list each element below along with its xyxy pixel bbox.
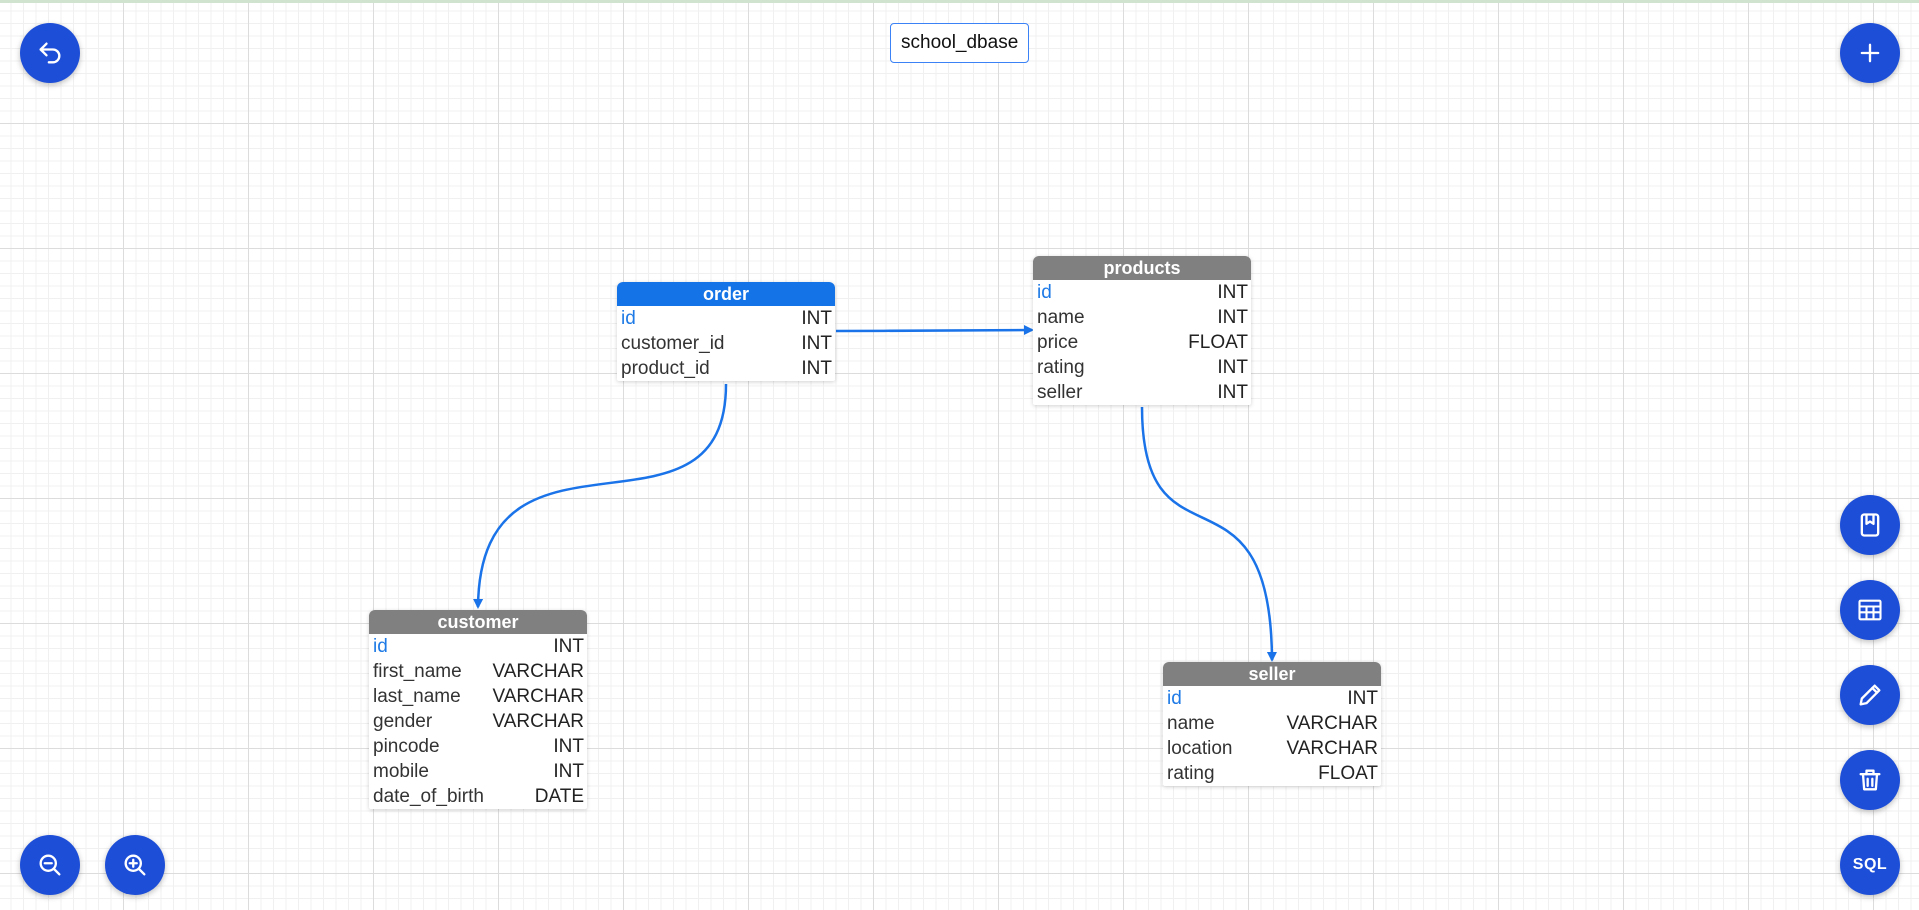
zoom-in-button[interactable] [105,835,165,895]
table-row[interactable]: rating INT [1033,355,1251,380]
column-type: INT [1217,281,1248,303]
column-name: name [1037,306,1085,328]
column-name: first_name [373,660,462,682]
column-type: INT [1347,687,1378,709]
delete-button[interactable] [1840,750,1900,810]
table-seller[interactable]: seller id INT name VARCHAR location VARC… [1163,662,1381,786]
column-name: id [621,307,636,329]
zoom-out-button[interactable] [20,835,80,895]
table-row[interactable]: product_id INT [617,356,835,381]
table-row[interactable]: date_of_birth DATE [369,784,587,809]
table-row[interactable]: rating FLOAT [1163,761,1381,786]
column-name: product_id [621,357,710,379]
table-row[interactable]: mobile INT [369,759,587,784]
column-type: INT [1217,381,1248,403]
table-row[interactable]: customer_id INT [617,331,835,356]
table-row[interactable]: id INT [1163,686,1381,711]
column-name: name [1167,712,1215,734]
table-row[interactable]: first_name VARCHAR [369,659,587,684]
column-type: VARCHAR [492,710,585,732]
top-strip [0,0,1919,3]
column-type: INT [553,635,584,657]
table-row[interactable]: gender VARCHAR [369,709,587,734]
column-type: DATE [534,785,584,807]
table-row[interactable]: name INT [1033,305,1251,330]
table-row[interactable]: location VARCHAR [1163,736,1381,761]
tables-button[interactable] [1840,580,1900,640]
column-name: last_name [373,685,461,707]
column-name: pincode [373,735,440,757]
table-row[interactable]: id INT [617,306,835,331]
column-type: INT [1217,306,1248,328]
table-row[interactable]: pincode INT [369,734,587,759]
column-type: INT [553,760,584,782]
column-name: location [1167,737,1233,759]
undo-button[interactable] [20,23,80,83]
table-icon [1858,599,1882,621]
column-name: gender [373,710,433,732]
table-row[interactable]: seller INT [1033,380,1251,405]
column-name: customer_id [621,332,725,354]
sql-button[interactable]: SQL [1840,835,1900,895]
table-header-order[interactable]: order [617,282,835,306]
relation-links [473,325,1277,662]
column-type: INT [1217,356,1248,378]
column-name: mobile [373,760,429,782]
plus-icon [1860,43,1880,63]
table-header-products[interactable]: products [1033,256,1251,280]
add-table-button[interactable] [1840,23,1900,83]
column-type: FLOAT [1188,331,1248,353]
zoom-out-icon [39,854,61,876]
column-name: rating [1037,356,1085,378]
column-name: id [373,635,388,657]
table-customer[interactable]: customer id INT first_name VARCHAR last_… [369,610,587,809]
bookmark-icon [1860,513,1880,537]
trash-icon [1859,769,1881,791]
column-type: VARCHAR [492,660,585,682]
undo-icon [39,42,61,64]
column-name: id [1037,281,1052,303]
column-type: FLOAT [1318,762,1378,784]
database-name-field[interactable]: school_dbase [890,23,1030,63]
column-type: INT [801,357,832,379]
zoom-in-icon [124,854,146,876]
column-name: id [1167,687,1182,709]
diagram-canvas[interactable]: school_dbase SQL order id INT customer_i… [0,0,1919,910]
table-row[interactable]: name VARCHAR [1163,711,1381,736]
column-name: rating [1167,762,1215,784]
column-name: date_of_birth [373,785,484,807]
column-type: VARCHAR [492,685,585,707]
save-button[interactable] [1840,495,1900,555]
table-products[interactable]: products id INT name INT price FLOAT rat… [1033,256,1251,405]
column-type: VARCHAR [1286,712,1379,734]
column-type: VARCHAR [1286,737,1379,759]
column-type: INT [801,332,832,354]
column-name: price [1037,331,1079,353]
column-type: INT [801,307,832,329]
table-order[interactable]: order id INT customer_id INT product_id … [617,282,835,381]
pencil-icon [1859,684,1881,706]
column-type: INT [553,735,584,757]
link-products-seller [1140,406,1277,662]
sql-label: SQL [1852,856,1888,873]
table-row[interactable]: last_name VARCHAR [369,684,587,709]
link-order-products [835,325,1034,336]
table-header-seller[interactable]: seller [1163,662,1381,686]
link-order-customer [473,383,728,609]
table-header-customer[interactable]: customer [369,610,587,634]
table-row[interactable]: price FLOAT [1033,330,1251,355]
column-name: seller [1037,381,1083,403]
edit-button[interactable] [1840,665,1900,725]
table-row[interactable]: id INT [1033,280,1251,305]
table-row[interactable]: id INT [369,634,587,659]
